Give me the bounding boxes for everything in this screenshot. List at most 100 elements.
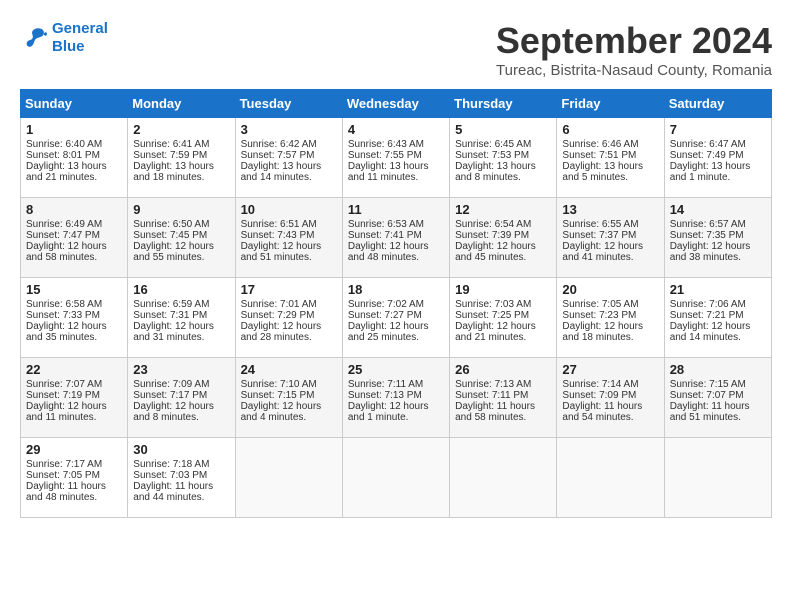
daylight-text: Daylight: 12 hours and 21 minutes. <box>455 321 536 343</box>
table-row: 22Sunrise: 7:07 AMSunset: 7:19 PMDayligh… <box>21 358 128 438</box>
sunset-text: Sunset: 7:35 PM <box>670 230 744 241</box>
daylight-text: Daylight: 12 hours and 4 minutes. <box>241 401 322 423</box>
sunrise-text: Sunrise: 6:53 AM <box>348 219 424 230</box>
logo-text: General Blue <box>52 20 108 56</box>
daylight-text: Daylight: 12 hours and 48 minutes. <box>348 241 429 263</box>
col-header-wednesday: Wednesday <box>342 90 449 118</box>
sunrise-text: Sunrise: 6:54 AM <box>455 219 531 230</box>
daylight-text: Daylight: 12 hours and 11 minutes. <box>26 401 107 423</box>
daylight-text: Daylight: 11 hours and 51 minutes. <box>670 401 750 423</box>
sunset-text: Sunset: 7:23 PM <box>562 310 636 321</box>
table-row: 3Sunrise: 6:42 AMSunset: 7:57 PMDaylight… <box>235 118 342 198</box>
daylight-text: Daylight: 12 hours and 8 minutes. <box>133 401 214 423</box>
sunset-text: Sunset: 7:09 PM <box>562 390 636 401</box>
sunrise-text: Sunrise: 7:06 AM <box>670 299 746 310</box>
col-header-sunday: Sunday <box>21 90 128 118</box>
sunrise-text: Sunrise: 6:40 AM <box>26 139 102 150</box>
sunrise-text: Sunrise: 7:09 AM <box>133 379 209 390</box>
day-number: 30 <box>133 442 229 457</box>
day-number: 15 <box>26 282 122 297</box>
sunrise-text: Sunrise: 6:45 AM <box>455 139 531 150</box>
daylight-text: Daylight: 11 hours and 58 minutes. <box>455 401 535 423</box>
sunset-text: Sunset: 7:29 PM <box>241 310 315 321</box>
day-number: 22 <box>26 362 122 377</box>
table-row: 18Sunrise: 7:02 AMSunset: 7:27 PMDayligh… <box>342 278 449 358</box>
day-number: 6 <box>562 122 658 137</box>
daylight-text: Daylight: 12 hours and 51 minutes. <box>241 241 322 263</box>
table-row: 25Sunrise: 7:11 AMSunset: 7:13 PMDayligh… <box>342 358 449 438</box>
sunset-text: Sunset: 7:19 PM <box>26 390 100 401</box>
table-row: 17Sunrise: 7:01 AMSunset: 7:29 PMDayligh… <box>235 278 342 358</box>
day-number: 11 <box>348 202 444 217</box>
sunrise-text: Sunrise: 6:42 AM <box>241 139 317 150</box>
sunset-text: Sunset: 8:01 PM <box>26 150 100 161</box>
day-number: 9 <box>133 202 229 217</box>
daylight-text: Daylight: 12 hours and 25 minutes. <box>348 321 429 343</box>
daylight-text: Daylight: 12 hours and 41 minutes. <box>562 241 643 263</box>
sunset-text: Sunset: 7:05 PM <box>26 470 100 481</box>
sunrise-text: Sunrise: 7:18 AM <box>133 459 209 470</box>
table-row: 8Sunrise: 6:49 AMSunset: 7:47 PMDaylight… <box>21 198 128 278</box>
table-row: 11Sunrise: 6:53 AMSunset: 7:41 PMDayligh… <box>342 198 449 278</box>
daylight-text: Daylight: 12 hours and 35 minutes. <box>26 321 107 343</box>
daylight-text: Daylight: 13 hours and 11 minutes. <box>348 161 429 183</box>
sunrise-text: Sunrise: 7:01 AM <box>241 299 317 310</box>
table-row: 28Sunrise: 7:15 AMSunset: 7:07 PMDayligh… <box>664 358 771 438</box>
table-row: 4Sunrise: 6:43 AMSunset: 7:55 PMDaylight… <box>342 118 449 198</box>
table-row <box>342 438 449 518</box>
sunset-text: Sunset: 7:11 PM <box>455 390 528 401</box>
col-header-tuesday: Tuesday <box>235 90 342 118</box>
day-number: 27 <box>562 362 658 377</box>
table-row <box>557 438 664 518</box>
daylight-text: Daylight: 12 hours and 31 minutes. <box>133 321 214 343</box>
sunrise-text: Sunrise: 7:13 AM <box>455 379 531 390</box>
sunset-text: Sunset: 7:27 PM <box>348 310 422 321</box>
daylight-text: Daylight: 12 hours and 58 minutes. <box>26 241 107 263</box>
sunrise-text: Sunrise: 6:59 AM <box>133 299 209 310</box>
day-number: 24 <box>241 362 337 377</box>
location-subtitle: Tureac, Bistrita-Nasaud County, Romania <box>496 62 772 79</box>
sunset-text: Sunset: 7:51 PM <box>562 150 636 161</box>
sunrise-text: Sunrise: 6:50 AM <box>133 219 209 230</box>
day-number: 12 <box>455 202 551 217</box>
sunset-text: Sunset: 7:37 PM <box>562 230 636 241</box>
daylight-text: Daylight: 11 hours and 48 minutes. <box>26 481 106 503</box>
day-number: 13 <box>562 202 658 217</box>
daylight-text: Daylight: 12 hours and 55 minutes. <box>133 241 214 263</box>
table-row: 12Sunrise: 6:54 AMSunset: 7:39 PMDayligh… <box>450 198 557 278</box>
sunrise-text: Sunrise: 6:43 AM <box>348 139 424 150</box>
table-row: 9Sunrise: 6:50 AMSunset: 7:45 PMDaylight… <box>128 198 235 278</box>
sunset-text: Sunset: 7:21 PM <box>670 310 744 321</box>
sunrise-text: Sunrise: 6:58 AM <box>26 299 102 310</box>
table-row: 13Sunrise: 6:55 AMSunset: 7:37 PMDayligh… <box>557 198 664 278</box>
table-row: 10Sunrise: 6:51 AMSunset: 7:43 PMDayligh… <box>235 198 342 278</box>
table-row: 7Sunrise: 6:47 AMSunset: 7:49 PMDaylight… <box>664 118 771 198</box>
sunset-text: Sunset: 7:07 PM <box>670 390 744 401</box>
sunrise-text: Sunrise: 7:11 AM <box>348 379 423 390</box>
daylight-text: Daylight: 13 hours and 5 minutes. <box>562 161 643 183</box>
day-number: 14 <box>670 202 766 217</box>
table-row: 16Sunrise: 6:59 AMSunset: 7:31 PMDayligh… <box>128 278 235 358</box>
sunrise-text: Sunrise: 6:51 AM <box>241 219 317 230</box>
day-number: 21 <box>670 282 766 297</box>
sunset-text: Sunset: 7:57 PM <box>241 150 315 161</box>
table-row: 20Sunrise: 7:05 AMSunset: 7:23 PMDayligh… <box>557 278 664 358</box>
daylight-text: Daylight: 12 hours and 18 minutes. <box>562 321 643 343</box>
day-number: 25 <box>348 362 444 377</box>
sunrise-text: Sunrise: 7:17 AM <box>26 459 102 470</box>
day-number: 1 <box>26 122 122 137</box>
day-number: 18 <box>348 282 444 297</box>
logo-icon <box>20 24 48 52</box>
day-number: 28 <box>670 362 766 377</box>
table-row: 21Sunrise: 7:06 AMSunset: 7:21 PMDayligh… <box>664 278 771 358</box>
table-row: 24Sunrise: 7:10 AMSunset: 7:15 PMDayligh… <box>235 358 342 438</box>
sunrise-text: Sunrise: 6:47 AM <box>670 139 746 150</box>
table-row: 15Sunrise: 6:58 AMSunset: 7:33 PMDayligh… <box>21 278 128 358</box>
table-row <box>450 438 557 518</box>
day-number: 4 <box>348 122 444 137</box>
daylight-text: Daylight: 13 hours and 14 minutes. <box>241 161 322 183</box>
day-number: 17 <box>241 282 337 297</box>
page-header: General Blue September 2024 Tureac, Bist… <box>20 20 772 79</box>
calendar-table: SundayMondayTuesdayWednesdayThursdayFrid… <box>20 89 772 518</box>
day-number: 2 <box>133 122 229 137</box>
